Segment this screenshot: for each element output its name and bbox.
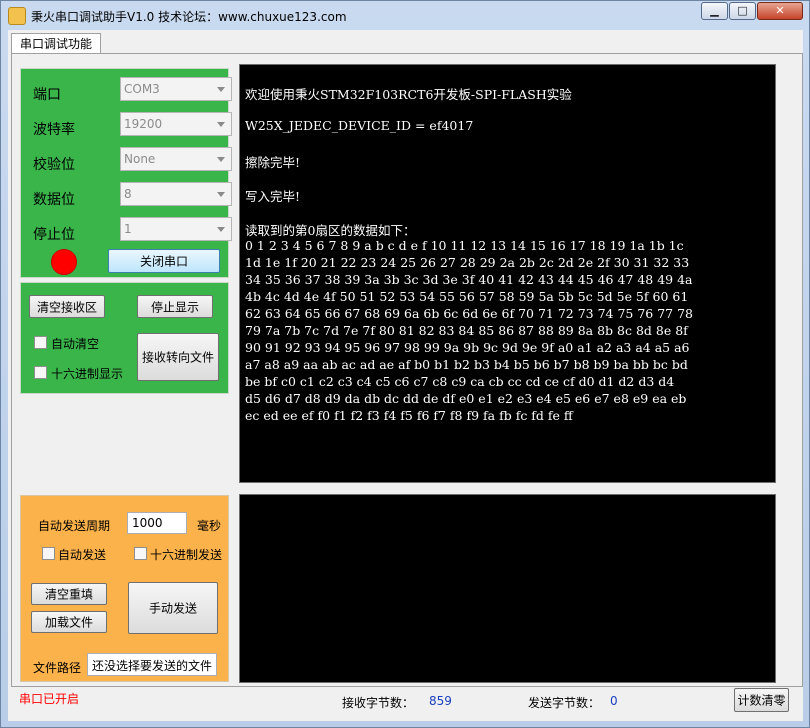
maximize-button[interactable]: □ <box>729 2 756 20</box>
receive-line: d5 d6 d7 d8 d9 da db dc dd de df e0 e1 e… <box>245 391 687 406</box>
clear-receive-button[interactable]: 清空接收区 <box>29 295 105 318</box>
chevron-down-icon <box>217 192 225 197</box>
minimize-button[interactable]: ▁ <box>701 2 728 20</box>
clear-refill-button[interactable]: 清空重填 <box>31 583 107 605</box>
receive-line: 1d 1e 1f 20 21 22 23 24 25 26 27 28 29 2… <box>245 255 690 270</box>
close-icon: ✕ <box>775 4 785 17</box>
client-area: 串口调试功能 端口 COM3 波特率 19200 校验位 None 数据位 8 … <box>8 30 803 721</box>
port-status-led <box>51 249 77 275</box>
receive-line: W25X_JEDEC_DEVICE_ID = ef4017 <box>245 118 474 133</box>
close-button[interactable]: ✕ <box>757 2 803 20</box>
baud-select[interactable]: 19200 <box>120 112 232 136</box>
auto-clear-label: 自动清空 <box>51 337 100 351</box>
receive-line: 34 35 36 37 38 39 3a 3b 3c 3d 3e 3f 40 4… <box>245 272 693 287</box>
port-settings-panel: 端口 COM3 波特率 19200 校验位 None 数据位 8 停止位 1 关… <box>20 68 232 278</box>
send-period-label: 自动发送周期 <box>38 519 111 533</box>
send-textarea[interactable] <box>239 494 776 683</box>
auto-clear-checkbox[interactable] <box>34 336 47 349</box>
receive-line: 4b 4c 4d 4e 4f 50 51 52 53 54 55 56 57 5… <box>245 289 689 304</box>
tab-serial-debug[interactable]: 串口调试功能 <box>11 33 101 54</box>
stopbits-select[interactable]: 1 <box>120 217 232 241</box>
receive-line: ec ed ee ef f0 f1 f2 f3 f4 f5 f6 f7 f8 f… <box>245 408 573 423</box>
port-value: COM3 <box>124 82 160 96</box>
receive-line: be bf c0 c1 c2 c3 c4 c5 c6 c7 c8 c9 ca c… <box>245 374 675 389</box>
receive-line: 擦除完毕! <box>245 155 301 170</box>
clear-receive-label: 清空接收区 <box>36 300 97 314</box>
parity-select[interactable]: None <box>120 147 232 171</box>
tx-count-label: 发送字节数： <box>528 696 601 710</box>
send-period-unit: 毫秒 <box>197 519 222 533</box>
port-status-text: 串口已开启 <box>19 692 80 706</box>
hex-send-checkbox[interactable] <box>134 547 147 560</box>
redirect-to-file-label: 接收转向文件 <box>141 350 214 365</box>
chevron-down-icon <box>217 227 225 232</box>
file-path-value: 还没选择要发送的文件 <box>92 659 213 673</box>
stopbits-value: 1 <box>124 222 132 236</box>
send-settings-panel: 自动发送周期 1000 毫秒 自动发送 十六进制发送 清空重填 加载文件 手动发… <box>20 495 229 682</box>
stop-display-button[interactable]: 停止显示 <box>137 295 213 318</box>
load-file-button[interactable]: 加载文件 <box>31 611 107 633</box>
stop-display-label: 停止显示 <box>150 300 199 314</box>
databits-value: 8 <box>124 187 132 201</box>
port-label: 端口 <box>33 87 61 103</box>
auto-send-checkbox[interactable] <box>42 547 55 560</box>
port-select[interactable]: COM3 <box>120 77 232 101</box>
receive-line: a7 a8 a9 aa ab ac ad ae af b0 b1 b2 b3 b… <box>245 357 688 372</box>
rx-count-value: 859 <box>429 694 452 708</box>
window-title: 秉火串口调试助手V1.0 技术论坛：www.chuxue123.com <box>31 10 347 24</box>
databits-label: 数据位 <box>33 192 75 208</box>
manual-send-label: 手动发送 <box>148 601 197 616</box>
auto-send-label: 自动发送 <box>58 548 107 562</box>
parity-value: None <box>124 152 156 166</box>
manual-send-button[interactable]: 手动发送 <box>128 582 218 634</box>
chevron-down-icon <box>217 157 225 162</box>
load-file-label: 加载文件 <box>44 615 93 630</box>
app-icon <box>8 7 26 25</box>
rx-count-label: 接收字节数： <box>342 696 415 710</box>
hex-send-label: 十六进制发送 <box>150 548 223 562</box>
reset-count-button[interactable]: 计数清零 <box>734 688 789 712</box>
chevron-down-icon <box>217 87 225 92</box>
reset-count-label: 计数清零 <box>737 693 786 708</box>
tx-count-value: 0 <box>610 694 618 708</box>
send-period-input[interactable]: 1000 <box>127 512 187 534</box>
file-path-input[interactable]: 还没选择要发送的文件 <box>87 653 217 676</box>
databits-select[interactable]: 8 <box>120 182 232 206</box>
receive-line: 写入完毕! <box>245 189 301 204</box>
chevron-down-icon <box>217 122 225 127</box>
receive-settings-panel: 清空接收区 停止显示 自动清空 十六进制显示 接收转向文件 <box>20 282 229 394</box>
hex-display-checkbox[interactable] <box>34 366 47 379</box>
app-window: 秉火串口调试助手V1.0 技术论坛：www.chuxue123.com ▁ □ … <box>0 0 810 728</box>
title-bar[interactable]: 秉火串口调试助手V1.0 技术论坛：www.chuxue123.com ▁ □ … <box>1 1 809 29</box>
receive-line: 62 63 64 65 66 67 68 69 6a 6b 6c 6d 6e 6… <box>245 306 694 321</box>
minimize-icon: ▁ <box>710 4 719 17</box>
parity-label: 校验位 <box>33 157 75 173</box>
maximize-icon: □ <box>737 4 748 17</box>
close-port-label: 关闭串口 <box>139 254 188 269</box>
receive-line: 读取到的第0扇区的数据如下： <box>245 223 416 238</box>
receive-line: 79 7a 7b 7c 7d 7e 7f 80 81 82 83 84 85 8… <box>245 323 688 338</box>
stopbits-label: 停止位 <box>33 227 75 243</box>
receive-line: 90 91 92 93 94 95 96 97 98 99 9a 9b 9c 9… <box>245 340 690 355</box>
receive-textarea[interactable]: 欢迎使用秉火STM32F103RCT6开发板-SPI-FLASH实验 W25X_… <box>239 64 776 483</box>
clear-refill-label: 清空重填 <box>44 587 93 602</box>
file-path-label: 文件路径 <box>33 661 82 675</box>
baud-label: 波特率 <box>33 122 75 138</box>
send-period-value: 1000 <box>132 516 163 530</box>
redirect-to-file-button[interactable]: 接收转向文件 <box>137 333 219 381</box>
receive-line: 0 1 2 3 4 5 6 7 8 9 a b c d e f 10 11 12… <box>245 238 684 253</box>
receive-line: 欢迎使用秉火STM32F103RCT6开发板-SPI-FLASH实验 <box>245 87 572 102</box>
hex-display-label: 十六进制显示 <box>51 367 124 381</box>
tab-panel: 端口 COM3 波特率 19200 校验位 None 数据位 8 停止位 1 关… <box>11 53 803 687</box>
close-port-button[interactable]: 关闭串口 <box>108 249 220 273</box>
baud-value: 19200 <box>124 117 163 131</box>
